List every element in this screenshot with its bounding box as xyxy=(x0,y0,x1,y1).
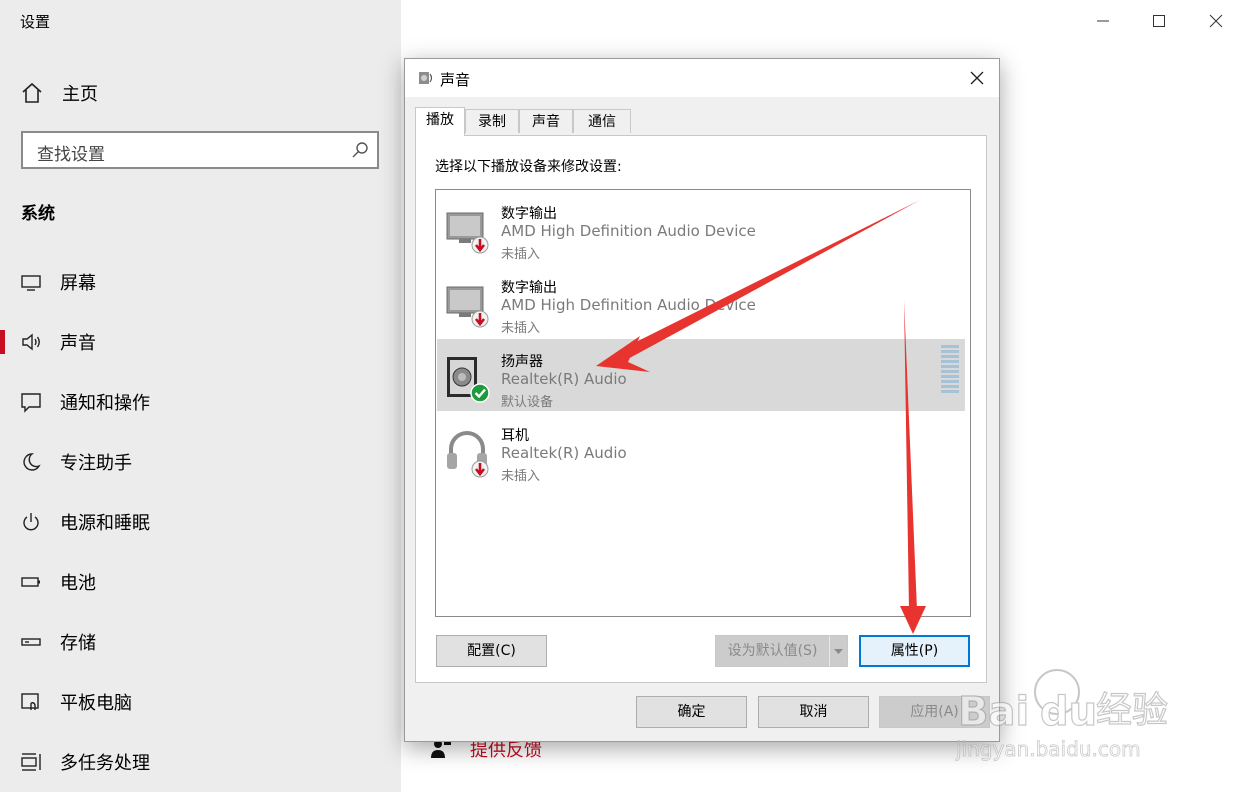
home-label: 主页 xyxy=(62,84,98,105)
headphones-icon xyxy=(447,431,489,478)
device-item[interactable]: 数字输出 AMD High Definition Audio Device 未插… xyxy=(437,191,965,263)
nav-item-sound[interactable]: 声音 xyxy=(0,322,401,362)
device-item[interactable]: 数字输出 AMD High Definition Audio Device 未插… xyxy=(437,265,965,337)
sound-dialog: 声音 播放 录制 声音 通信 选择以下播放设备来修改设置: 数字输出 AMD H xyxy=(404,58,1000,742)
nav-item-label: 电源和睡眠 xyxy=(60,513,150,534)
nav-item-label: 存储 xyxy=(60,633,96,654)
nav-item-label: 通知和操作 xyxy=(60,393,150,414)
speaker-device-icon xyxy=(447,357,490,403)
speaker-icon xyxy=(22,333,40,351)
chevron-down-icon xyxy=(834,649,843,654)
nav-item-battery[interactable]: 电池 xyxy=(0,562,401,602)
volume-meter xyxy=(941,345,959,395)
moon-icon xyxy=(23,453,41,471)
sound-app-icon xyxy=(419,72,433,84)
device-name: 扬声器 xyxy=(501,354,543,370)
nav-item-label: 专注助手 xyxy=(60,453,132,474)
tab-sounds[interactable]: 声音 xyxy=(519,109,573,133)
maximize-icon[interactable] xyxy=(1146,8,1172,34)
svg-text:du: du xyxy=(1040,689,1097,735)
search-input[interactable]: 查找设置 xyxy=(37,140,105,165)
instruction-text: 选择以下播放设备来修改设置: xyxy=(435,159,622,175)
monitor-device-icon xyxy=(446,212,489,254)
device-item-selected[interactable]: 扬声器 Realtek(R) Audio 默认设备 xyxy=(437,339,965,411)
close-icon[interactable] xyxy=(1203,8,1229,34)
nav-item-label: 电池 xyxy=(60,573,96,594)
settings-sidebar: 设置 主页 查找设置 系统 屏幕 声音 通知和操作 专注助手 电源和睡眠 电池 … xyxy=(0,0,401,792)
monitor-icon xyxy=(21,275,41,291)
ok-button[interactable]: 确定 xyxy=(636,696,747,728)
dialog-close-icon[interactable] xyxy=(967,68,987,88)
battery-icon xyxy=(21,577,40,587)
device-name: 耳机 xyxy=(501,428,529,444)
nav-item-storage[interactable]: 存储 xyxy=(0,622,401,662)
section-title: 系统 xyxy=(21,204,55,224)
device-item[interactable]: 耳机 Realtek(R) Audio 未插入 xyxy=(437,413,965,485)
tab-communications[interactable]: 通信 xyxy=(573,109,631,133)
nav-item-focus-assist[interactable]: 专注助手 xyxy=(0,442,401,482)
nav-item-notifications[interactable]: 通知和操作 xyxy=(0,382,401,422)
nav-item-power[interactable]: 电源和睡眠 xyxy=(0,502,401,542)
cancel-button[interactable]: 取消 xyxy=(758,696,869,728)
properties-button[interactable]: 属性(P) xyxy=(859,635,970,667)
playback-panel: 选择以下播放设备来修改设置: 数字输出 AMD High Definition … xyxy=(415,135,987,683)
device-driver: AMD High Definition Audio Device xyxy=(501,296,756,314)
tab-recording[interactable]: 录制 xyxy=(465,109,519,133)
device-name: 数字输出 xyxy=(501,206,557,222)
tab-playback[interactable]: 播放 xyxy=(415,107,465,136)
storage-icon xyxy=(21,638,41,646)
nav-item-multitasking[interactable]: 多任务处理 xyxy=(0,742,401,782)
set-default-dropdown[interactable] xyxy=(829,635,848,667)
home-icon xyxy=(22,82,42,103)
multitask-icon xyxy=(21,753,41,771)
apply-button[interactable]: 应用(A) xyxy=(879,696,990,728)
search-icon[interactable] xyxy=(351,141,369,159)
set-default-button[interactable]: 设为默认值(S) xyxy=(715,635,830,667)
device-driver: Realtek(R) Audio xyxy=(501,444,627,462)
search-box[interactable]: 查找设置 xyxy=(21,131,379,169)
device-status: 未插入 xyxy=(501,321,541,336)
power-icon xyxy=(23,513,39,531)
minimize-icon[interactable] xyxy=(1090,8,1116,34)
device-list[interactable]: 数字输出 AMD High Definition Audio Device 未插… xyxy=(435,189,971,617)
device-driver: Realtek(R) Audio xyxy=(501,370,627,388)
nav-item-display[interactable]: 屏幕 xyxy=(0,262,401,302)
device-driver: AMD High Definition Audio Device xyxy=(501,222,756,240)
app-title: 设置 xyxy=(20,13,51,31)
svg-text:经验: 经验 xyxy=(1096,690,1168,731)
home-nav-item[interactable]: 主页 xyxy=(20,80,98,106)
notification-icon xyxy=(21,393,41,413)
nav-item-label: 声音 xyxy=(60,333,96,354)
dialog-titlebar[interactable]: 声音 xyxy=(405,59,999,97)
nav-item-label: 多任务处理 xyxy=(60,753,150,774)
nav-item-tablet[interactable]: 平板电脑 xyxy=(0,682,401,722)
tablet-icon xyxy=(21,693,39,710)
monitor-device-icon xyxy=(446,286,489,328)
dialog-title: 声音 xyxy=(440,71,471,89)
configure-button[interactable]: 配置(C) xyxy=(436,635,547,667)
nav-item-label: 屏幕 xyxy=(60,273,96,294)
device-status: 未插入 xyxy=(501,247,541,262)
device-name: 数字输出 xyxy=(501,280,557,296)
device-status: 未插入 xyxy=(501,469,541,484)
nav-item-label: 平板电脑 xyxy=(60,693,132,714)
device-status: 默认设备 xyxy=(501,395,554,410)
